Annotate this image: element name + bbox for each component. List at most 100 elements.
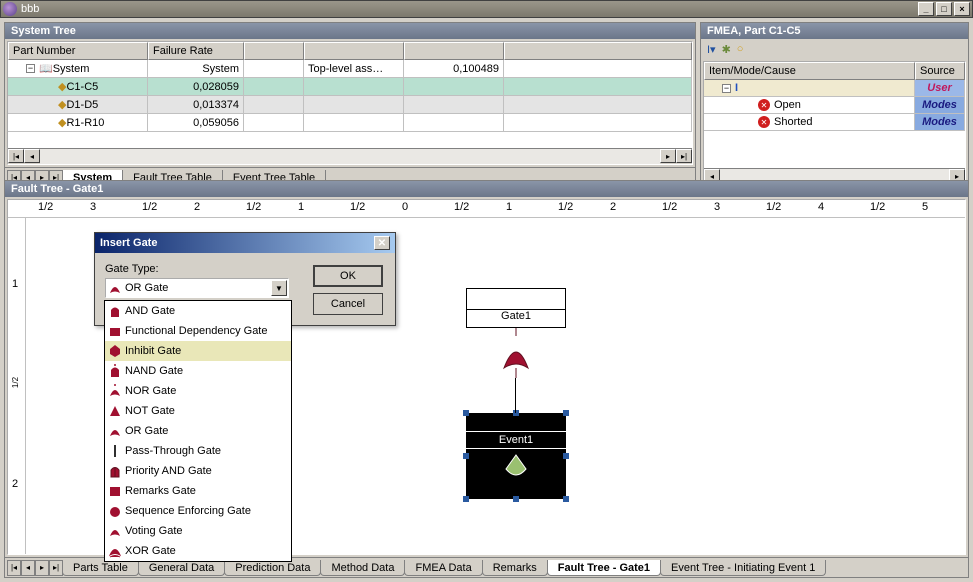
cell-val: 0,100489 — [404, 60, 504, 78]
fmea-item[interactable]: ✕Open — [704, 97, 915, 114]
gate-option-priority-and-gate[interactable]: Priority AND Gate — [105, 461, 291, 481]
window-title: bbb — [21, 3, 918, 15]
tab-remarks[interactable]: Remarks — [482, 560, 548, 576]
table-row[interactable]: ◆ D1-D50,013374 — [8, 96, 692, 114]
gate-option-inhibit-gate[interactable]: Inhibit Gate — [105, 341, 291, 361]
tab-event-tree-initiating-event-1[interactable]: Event Tree - Initiating Event 1 — [660, 560, 826, 576]
col-5[interactable] — [404, 42, 504, 60]
btab-nav-last[interactable]: ▸| — [49, 560, 63, 576]
fmea-tool-gear-icon[interactable]: ✱ — [722, 43, 731, 56]
selection-handle[interactable] — [463, 410, 469, 416]
gate-option-xor-gate[interactable]: XOR Gate — [105, 541, 291, 561]
gate-option-not-gate[interactable]: NOT Gate — [105, 401, 291, 421]
gate-option-nand-gate[interactable]: NAND Gate — [105, 361, 291, 381]
btab-nav-next[interactable]: ▸ — [35, 560, 49, 576]
cell-name: ◆ C1-C5 — [8, 78, 148, 96]
selection-handle[interactable] — [563, 453, 569, 459]
gate-option-pass-through-gate[interactable]: Pass-Through Gate — [105, 441, 291, 461]
dialog-close-button[interactable]: ✕ — [374, 236, 390, 250]
scroll-left[interactable]: ◂ — [24, 149, 40, 163]
collapse-icon[interactable]: − — [722, 84, 731, 93]
fmea-col-source[interactable]: Source — [915, 62, 965, 80]
gate-option-remarks-gate[interactable]: Remarks Gate — [105, 481, 291, 501]
ruler-label: 1/2 — [38, 201, 53, 213]
ruler-label: 4 — [818, 201, 824, 213]
fmea-item[interactable]: − I — [704, 80, 915, 97]
col-failure-rate[interactable]: Failure Rate — [148, 42, 244, 60]
combo-arrow-icon[interactable]: ▼ — [271, 280, 287, 296]
gate-option-nor-gate[interactable]: NOR Gate — [105, 381, 291, 401]
gate-option-label: NOT Gate — [125, 405, 175, 417]
cell-desc — [304, 114, 404, 132]
ruler-label: 1 — [298, 201, 304, 213]
col-6[interactable] — [504, 42, 692, 60]
horizontal-ruler: 1/231/221/211/201/211/221/231/241/25 — [8, 200, 965, 218]
gate-option-functional-dependency-gate[interactable]: Functional Dependency Gate — [105, 321, 291, 341]
selection-handle[interactable] — [463, 453, 469, 459]
tab-fault-tree-gate1[interactable]: Fault Tree - Gate1 — [547, 560, 661, 576]
table-row[interactable]: −📖 SystemSystemTop-level ass…0,100489 — [8, 60, 692, 78]
cell-desc — [304, 78, 404, 96]
ruler-label: 1 — [506, 201, 512, 213]
col-3[interactable] — [244, 42, 304, 60]
selection-handle[interactable] — [563, 496, 569, 502]
btab-nav-prev[interactable]: ◂ — [21, 560, 35, 576]
gate-option-sequence-enforcing-gate[interactable]: Sequence Enforcing Gate — [105, 501, 291, 521]
gate-node[interactable]: Gate1 — [466, 288, 566, 328]
selection-handle[interactable] — [513, 410, 519, 416]
fmea-toolbar: I▾ ✱ ○ — [701, 39, 968, 59]
scroll-left-end[interactable]: |◂ — [8, 149, 24, 163]
gate-option-label: XOR Gate — [125, 545, 176, 557]
cell-name: ◆ D1-D5 — [8, 96, 148, 114]
table-row[interactable]: ◆ R1-R100,059056 — [8, 114, 692, 132]
gate-icon — [108, 324, 122, 338]
tab-method-data[interactable]: Method Data — [320, 560, 405, 576]
ruler-label: 1/2 — [766, 201, 781, 213]
selection-handle[interactable] — [463, 496, 469, 502]
event-node[interactable]: Event1 — [466, 413, 566, 499]
close-button[interactable]: × — [954, 2, 970, 16]
col-4[interactable] — [304, 42, 404, 60]
gate-option-label: Voting Gate — [125, 525, 183, 537]
gate-option-or-gate[interactable]: OR Gate — [105, 421, 291, 441]
ruler-label: 2 — [610, 201, 616, 213]
gate-option-voting-gate[interactable]: Voting Gate — [105, 521, 291, 541]
cell-rate: 0,059056 — [148, 114, 244, 132]
gate-option-label: AND Gate — [125, 305, 175, 317]
gate-type-dropdown[interactable]: AND Gate Functional Dependency Gate Inhibi… — [104, 300, 292, 562]
gate-option-label: Inhibit Gate — [125, 345, 181, 357]
col-part-number[interactable]: Part Number — [8, 42, 148, 60]
selection-handle[interactable] — [563, 410, 569, 416]
minimize-button[interactable]: _ — [918, 2, 934, 16]
gate-icon — [108, 344, 122, 358]
maximize-button[interactable]: □ — [936, 2, 952, 16]
cell-rate: 0,013374 — [148, 96, 244, 114]
scroll-right[interactable]: ▸ — [660, 149, 676, 163]
table-row[interactable]: ◆ C1-C50,028059 — [8, 78, 692, 96]
gate-icon — [108, 484, 122, 498]
fmea-item[interactable]: ✕Shorted — [704, 114, 915, 131]
gate-icon — [108, 364, 122, 378]
gate-type-combo[interactable]: OR Gate ▼ — [105, 278, 289, 298]
gate-option-label: Functional Dependency Gate — [125, 325, 267, 337]
fmea-tool-bulb-icon[interactable]: ○ — [737, 43, 744, 55]
dialog-title-bar[interactable]: Insert Gate ✕ — [95, 233, 395, 253]
scrollbar-track[interactable] — [40, 149, 660, 164]
scroll-right-end[interactable]: ▸| — [676, 149, 692, 163]
collapse-icon[interactable]: − — [26, 64, 35, 73]
ruler-label: 1/2 — [142, 201, 157, 213]
btab-nav-first[interactable]: |◂ — [7, 560, 21, 576]
fault-tree-title: Fault Tree - Gate1 — [5, 181, 968, 197]
tab-fmea-data[interactable]: FMEA Data — [404, 560, 482, 576]
fmea-col-item[interactable]: Item/Mode/Cause — [704, 62, 915, 80]
selection-handle[interactable] — [513, 496, 519, 502]
fmea-tool-cursor-icon[interactable]: I▾ — [707, 43, 716, 56]
gate-option-label: NAND Gate — [125, 365, 183, 377]
gate-icon — [108, 404, 122, 418]
gate-icon — [108, 464, 122, 478]
ok-button[interactable]: OK — [313, 265, 383, 287]
title-bar: bbb _ □ × — [0, 0, 973, 18]
gate-option-and-gate[interactable]: AND Gate — [105, 301, 291, 321]
fmea-source: User — [915, 80, 965, 97]
cancel-button[interactable]: Cancel — [313, 293, 383, 315]
